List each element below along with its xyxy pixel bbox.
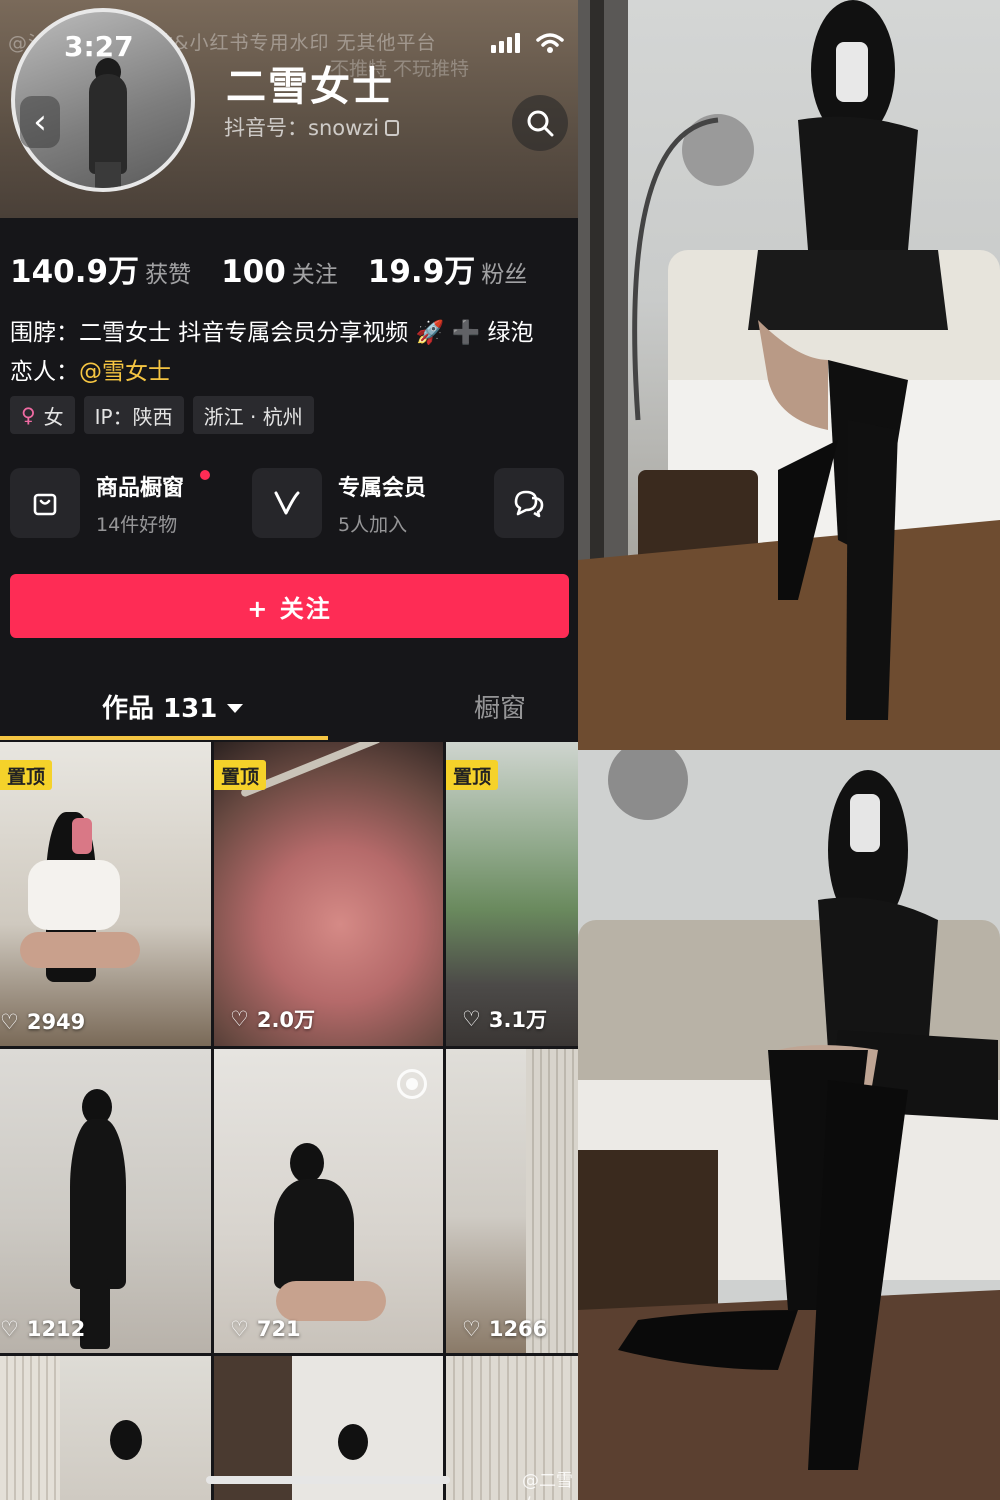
feature-row: 商品橱窗 14件好物 专属会员 5人加入	[10, 468, 570, 540]
bag-icon	[33, 493, 57, 516]
video-thumbnail[interactable]: ♡ 1212	[0, 1049, 211, 1353]
photo-mirror-sitting	[578, 750, 1000, 1500]
profile-bio: 围脖：二雪女士 抖音专属会员分享视频 🚀 ➕ 绿泡 恋人：@雪女士	[10, 314, 534, 392]
profile-screen: @沙拉&微博&B站&小红书专用水印 无其他平台 不推特 不玩推特 3:27 ‹ …	[0, 0, 578, 1500]
photo-illustration-2	[578, 750, 1000, 1500]
shop-window-sub: 14件好物	[96, 514, 178, 536]
stat-likes[interactable]: 140.9万 获赞	[10, 246, 191, 291]
mention-link[interactable]: @雪女士	[79, 359, 171, 385]
signal-icon	[491, 33, 520, 53]
video-likes: ♡ 721	[230, 1317, 301, 1341]
video-thumbnail[interactable]	[0, 1356, 211, 1500]
heart-icon: ♡	[462, 1007, 481, 1031]
tab-indicator	[0, 736, 328, 740]
video-thumbnail[interactable]: 置顶 ♡ 2949	[0, 742, 211, 1046]
pinned-badge: 置顶	[446, 760, 499, 790]
photo-mirror-standing	[578, 0, 1000, 750]
ip-tag: IP：陕西	[83, 396, 184, 434]
copy-icon[interactable]	[385, 120, 400, 136]
chat-bubbles-icon	[514, 490, 544, 518]
membership-sub: 5人加入	[338, 514, 408, 536]
home-indicator[interactable]	[206, 1476, 450, 1484]
profile-stats: 140.9万 获赞 100 关注 19.9万 粉丝	[10, 246, 527, 291]
content-tabs: 作品 131 橱窗	[0, 670, 578, 742]
tab-works[interactable]: 作品 131	[102, 688, 244, 725]
video-likes: ♡ 2.0万	[230, 1007, 316, 1032]
wifi-icon	[536, 33, 564, 53]
video-likes: ♡ 1266	[462, 1317, 548, 1341]
group-chat-button[interactable]	[494, 468, 564, 538]
video-likes: ♡ 2949	[0, 1010, 86, 1034]
membership-button[interactable]	[252, 468, 322, 538]
video-likes: ♡ 3.1万	[462, 1007, 548, 1032]
heart-icon: ♡	[462, 1317, 481, 1341]
heart-icon: ♡	[230, 1317, 249, 1341]
douyin-id-text: 抖音号：snowzi	[224, 116, 380, 140]
stat-followers[interactable]: 19.9万 粉丝	[368, 246, 528, 291]
caret-down-icon	[227, 704, 244, 713]
status-icons	[491, 32, 564, 54]
corner-watermark: @二雪女	[522, 1471, 573, 1500]
profile-header: @沙拉&微博&B站&小红书专用水印 无其他平台 不推特 不玩推特 3:27 ‹ …	[0, 0, 578, 218]
tab-shop-window[interactable]: 橱窗	[474, 688, 526, 725]
video-thumbnail[interactable]: ♡ 1266	[446, 1049, 578, 1353]
gender-tag: ♀ 女	[10, 396, 75, 434]
back-button[interactable]: ‹	[20, 96, 60, 148]
heart-icon: ♡	[230, 1007, 249, 1031]
video-thumbnail[interactable]: 置顶 ♡ 2.0万	[214, 742, 443, 1046]
female-icon: ♀	[21, 403, 36, 427]
search-button[interactable]	[512, 95, 568, 151]
membership-title[interactable]: 专属会员	[338, 470, 426, 502]
stat-following[interactable]: 100 关注	[221, 254, 338, 290]
photo-illustration	[578, 0, 1000, 750]
bio-line-2: 恋人：@雪女士	[10, 359, 171, 385]
status-time: 3:27	[64, 30, 134, 63]
v-icon	[274, 491, 300, 515]
profile-name: 二雪女士	[226, 64, 394, 110]
heart-icon: ♡	[0, 1010, 19, 1034]
notification-dot	[200, 470, 210, 480]
video-thumbnail[interactable]: 置顶 ♡ 3.1万	[446, 742, 578, 1046]
follow-button[interactable]: + 关注	[10, 574, 569, 638]
pinned-badge: 置顶	[0, 760, 53, 790]
shop-window-title[interactable]: 商品橱窗	[96, 470, 184, 502]
heart-icon: ♡	[0, 1317, 19, 1341]
shop-window-button[interactable]	[10, 468, 80, 538]
douyin-id[interactable]: 抖音号：snowzi	[224, 112, 400, 142]
video-likes: ♡ 1212	[0, 1317, 86, 1341]
pinned-badge: 置顶	[214, 760, 267, 790]
live-icon	[397, 1069, 427, 1099]
profile-tags: ♀ 女 IP：陕西 浙江 · 杭州	[10, 396, 314, 434]
video-thumbnail[interactable]: ♡ 721	[214, 1049, 443, 1353]
bio-line-1: 围脖：二雪女士 抖音专属会员分享视频 🚀 ➕ 绿泡	[10, 320, 534, 346]
chevron-left-icon: ‹	[33, 102, 47, 142]
location-tag: 浙江 · 杭州	[192, 396, 314, 434]
search-icon	[527, 110, 554, 137]
